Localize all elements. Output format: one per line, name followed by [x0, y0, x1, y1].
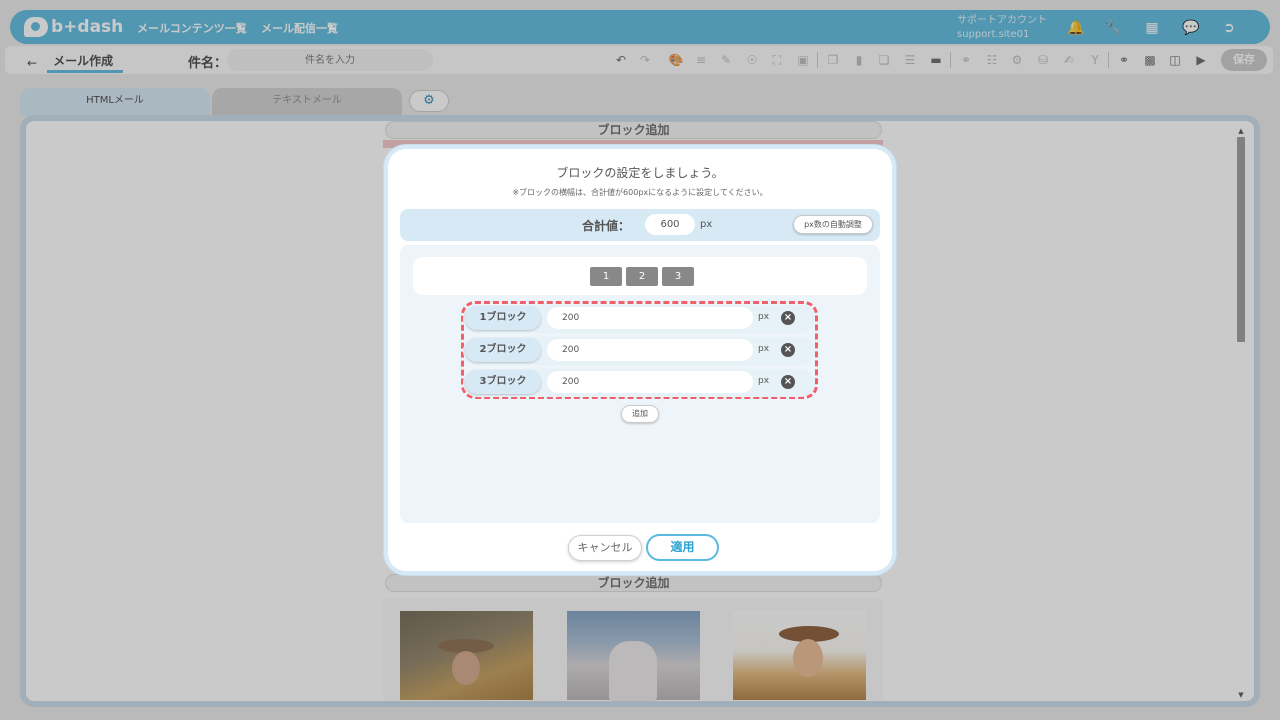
apply-button[interactable]: 適用 [646, 534, 719, 561]
modal-title: ブロックの設定をしましょう。 [556, 166, 724, 180]
block-row-label: 3ブロック [465, 370, 541, 394]
total-width-bar: 合計値： px px数の自動調整 [400, 209, 880, 241]
add-block-button[interactable]: 追加 [621, 405, 659, 423]
modal-note: ※ブロックの横幅は、合計値が600pxになるように設定してください。 [512, 188, 768, 197]
total-unit: px [700, 219, 713, 230]
block-row-unit: px [758, 344, 770, 354]
remove-block-icon[interactable]: × [781, 343, 795, 357]
cancel-button[interactable]: キャンセル [568, 535, 642, 561]
block-row-label: 2ブロック [465, 338, 541, 362]
remove-block-icon[interactable]: × [781, 375, 795, 389]
block-width-field[interactable] [547, 339, 753, 361]
remove-block-icon[interactable]: × [781, 311, 795, 325]
count-button-3[interactable]: 3 [662, 267, 694, 286]
block-width-field[interactable] [547, 307, 753, 329]
block-width-field[interactable] [547, 371, 753, 393]
block-row-label: 1ブロック [465, 306, 541, 330]
block-row-unit: px [758, 312, 770, 322]
count-button-1[interactable]: 1 [590, 267, 622, 286]
total-label: 合計値： [582, 219, 631, 233]
block-row-unit: px [758, 376, 770, 386]
count-button-2[interactable]: 2 [626, 267, 658, 286]
total-width-field[interactable] [645, 214, 695, 235]
block-config-panel: 1 2 3 1ブロック px × 2ブロック px × 3ブロック px × 追… [400, 245, 880, 523]
block-settings-modal: ブロックの設定をしましょう。 ※ブロックの横幅は、合計値が600pxになるように… [384, 145, 896, 575]
block-count-selector: 1 2 3 [413, 257, 867, 295]
auto-adjust-button[interactable]: px数の自動調整 [793, 215, 873, 234]
